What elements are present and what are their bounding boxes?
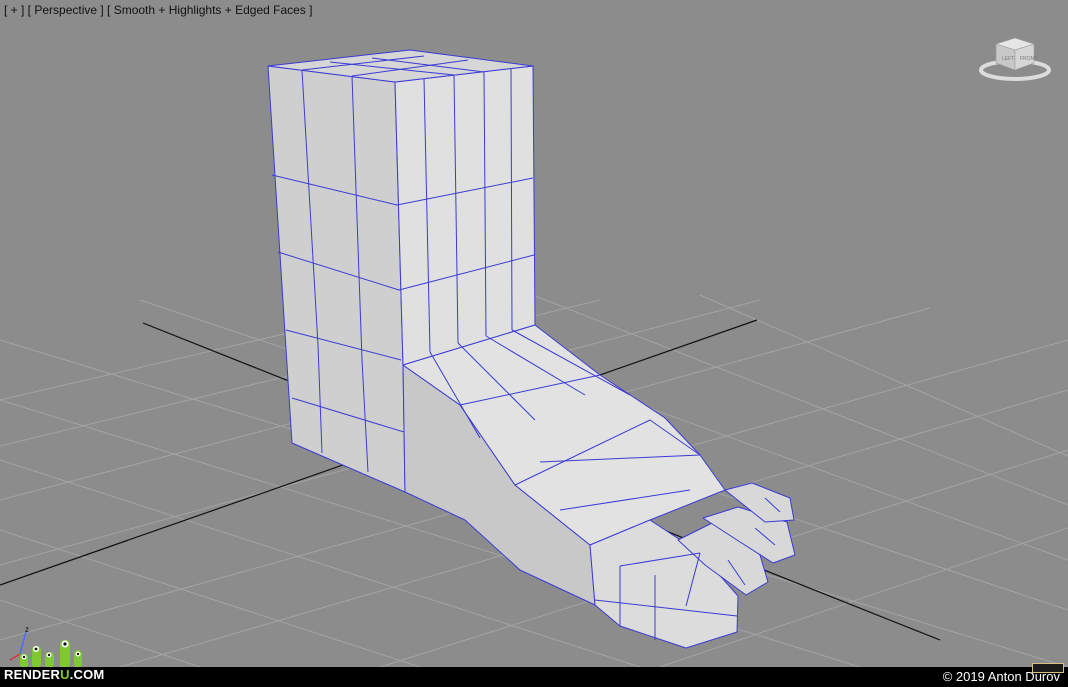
viewcube-icon[interactable]: LEFT FRONT xyxy=(978,34,1052,86)
viewcube-left-label: LEFT xyxy=(1002,56,1014,62)
logo-text-accent: U xyxy=(60,667,70,682)
viewport-label[interactable]: [ + ] [ Perspective ] [ Smooth + Highlig… xyxy=(4,3,313,17)
foot-mesh[interactable] xyxy=(267,49,796,649)
renderu-logo-text: RENDERU.COM xyxy=(4,667,104,682)
viewport-scene[interactable] xyxy=(0,0,1068,687)
logo-text-suffix: .COM xyxy=(69,667,105,682)
logo-text-main: RENDER xyxy=(4,667,61,682)
perspective-viewport[interactable]: [ + ] [ Perspective ] [ Smooth + Highlig… xyxy=(0,0,1068,687)
bottom-bar xyxy=(0,667,1068,687)
corner-marker xyxy=(1032,663,1064,673)
viewcube-front-label: FRONT xyxy=(1020,56,1037,62)
